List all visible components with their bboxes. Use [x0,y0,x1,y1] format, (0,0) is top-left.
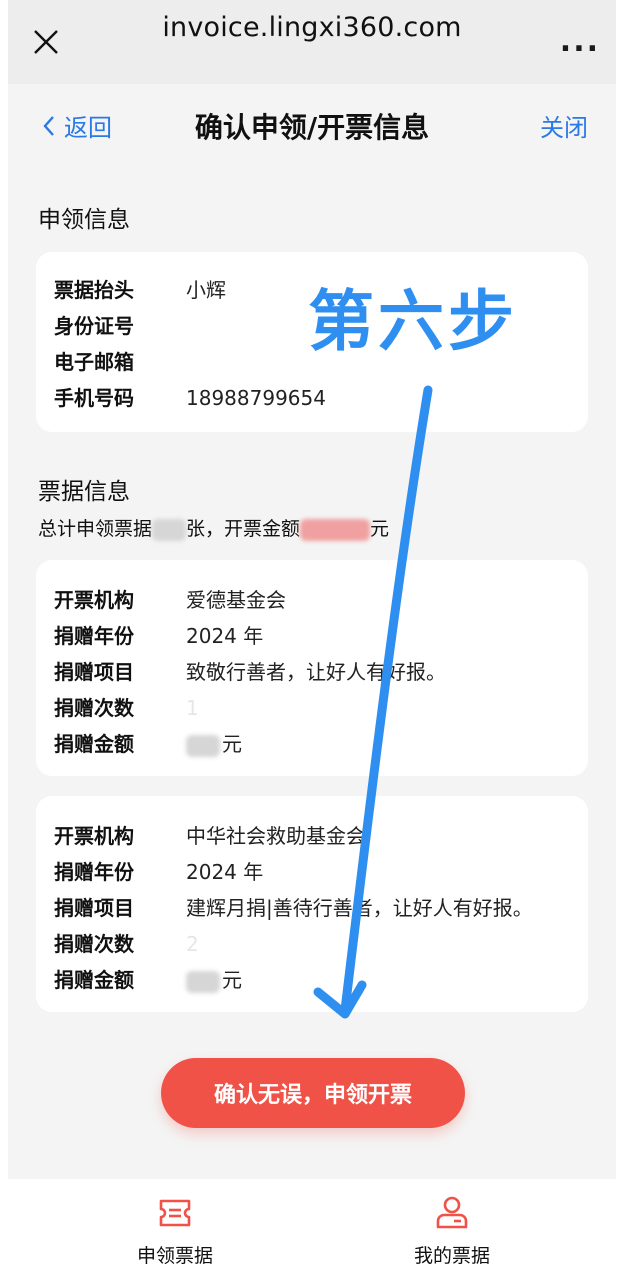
row-value: 18988799654 [186,386,326,410]
tab-bar: 申领票据 我的票据 [0,1179,628,1283]
invoice-summary: 总计申领票据 张，开票金额 元 [38,514,389,541]
row-label: 票据抬头 [54,278,134,302]
invoice-card: 开票机构 中华社会救助基金会 捐赠年份 2024 年 捐赠项目 建辉月捐|善待行善者，… [36,796,588,1012]
info-row: 捐赠金额 元 [54,728,242,757]
nav-bar: 返回 确认申领/开票信息 关闭 [8,84,616,166]
page-title: 确认申领/开票信息 [194,111,430,144]
redacted-amount [186,970,220,993]
close-button[interactable]: 关闭 [540,108,588,143]
step-annotation: 第六步 [308,283,518,360]
redacted-amount [186,734,220,757]
row-value: 中华社会救助基金会 [186,824,366,848]
tab-my-invoices[interactable]: 我的票据 [352,1179,552,1283]
info-row: 捐赠项目 致敬行善者，让好人有好报。 [54,656,446,685]
tab-label: 申领票据 [136,1245,213,1267]
row-value: 建辉月捐|善待行善者，让好人有好报。 [186,896,533,920]
row-value: 小辉 [186,278,226,302]
summary-prefix: 总计申领票据 [38,518,153,540]
info-row: 电子邮箱 [54,346,186,375]
row-label: 捐赠金额 [54,968,134,992]
row-value: 2024 年 [186,860,264,884]
row-value: 爱德基金会 [186,588,286,612]
ticket-icon [159,1199,191,1227]
info-row: 票据抬头 小辉 [54,274,226,303]
tab-apply-invoice[interactable]: 申领票据 [75,1179,275,1283]
user-card-icon [436,1196,468,1229]
summary-mid: 张，开票金额 [186,518,301,540]
row-label: 捐赠项目 [54,896,134,920]
more-icon[interactable]: ... [560,24,600,59]
main-content: 申领信息 票据抬头 小辉 身份证号 电子邮箱 手机号码 18988799654 第六… [8,166,616,1179]
row-label: 捐赠金额 [54,732,134,756]
row-label: 捐赠项目 [54,660,134,684]
info-row: 捐赠金额 元 [54,964,242,993]
row-value: 1 [186,696,199,720]
row-label: 捐赠次数 [54,696,134,720]
redacted-count [152,518,187,541]
browser-bar: invoice.lingxi360.com ... [8,0,616,84]
row-label: 开票机构 [54,824,134,848]
info-row: 开票机构 爱德基金会 [54,584,286,613]
redacted-amount [300,518,371,541]
invoice-card: 开票机构 爱德基金会 捐赠年份 2024 年 捐赠项目 致敬行善者，让好人有好报。 捐… [36,560,588,776]
row-label: 捐赠次数 [54,932,134,956]
confirm-apply-button[interactable]: 确认无误，申领开票 [161,1058,465,1128]
info-row: 捐赠次数 2 [54,928,199,957]
info-row: 捐赠次数 1 [54,692,199,721]
info-row: 开票机构 中华社会救助基金会 [54,820,366,849]
info-row: 捐赠年份 2024 年 [54,620,263,649]
info-row: 捐赠年份 2024 年 [54,856,263,885]
row-label: 捐赠年份 [54,860,134,884]
info-row: 身份证号 [54,310,186,339]
row-label: 捐赠年份 [54,624,134,648]
apply-info-title: 申领信息 [38,207,130,233]
info-row: 捐赠项目 建辉月捐|善待行善者，让好人有好报。 [54,892,533,921]
browser-url: invoice.lingxi360.com [162,12,462,43]
summary-suffix: 元 [370,518,390,540]
tab-label: 我的票据 [413,1245,490,1267]
row-value: 2024 年 [186,624,264,648]
row-label: 开票机构 [54,588,134,612]
row-value: 元 [222,732,242,756]
row-label: 手机号码 [54,386,134,410]
info-row: 手机号码 18988799654 [54,382,326,411]
row-value: 致敬行善者，让好人有好报。 [186,660,446,684]
row-label: 身份证号 [54,314,134,338]
row-value: 元 [222,968,242,992]
row-label: 电子邮箱 [54,350,134,374]
row-value: 2 [186,932,199,956]
invoice-info-title: 票据信息 [38,479,130,505]
